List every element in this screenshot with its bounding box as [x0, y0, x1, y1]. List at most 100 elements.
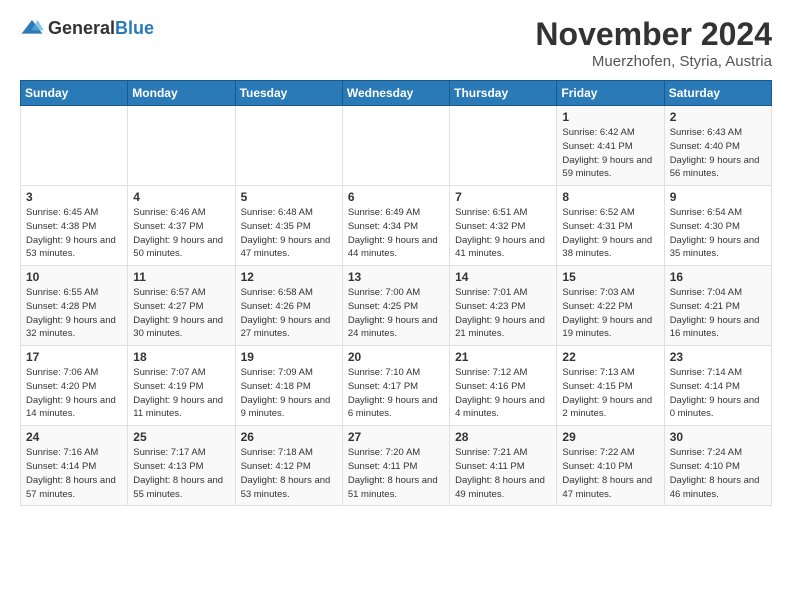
col-saturday: Saturday — [664, 81, 771, 106]
table-row: 9Sunrise: 6:54 AM Sunset: 4:30 PM Daylig… — [664, 186, 771, 266]
calendar-week-row: 24Sunrise: 7:16 AM Sunset: 4:14 PM Dayli… — [21, 426, 772, 506]
table-row: 15Sunrise: 7:03 AM Sunset: 4:22 PM Dayli… — [557, 266, 664, 346]
col-wednesday: Wednesday — [342, 81, 449, 106]
day-number: 15 — [562, 270, 658, 284]
table-row: 8 Sunrise: 6:52 AM Sunset: 4:31 PM Daylig… — [557, 186, 664, 266]
day-number: 1 — [562, 110, 658, 124]
day-number: 8 — [562, 190, 658, 204]
table-row: 3 Sunrise: 6:45 AM Sunset: 4:38 PM Daylig… — [21, 186, 128, 266]
month-title: November 2024 — [535, 16, 772, 53]
table-row: 10 Sunrise: 6:55 AM Sunset: 4:28 PM Dayli… — [21, 266, 128, 346]
day-detail: Sunrise: 7:00 AM Sunset: 4:25 PM Dayligh… — [348, 286, 444, 341]
table-row: 4 Sunrise: 6:46 AM Sunset: 4:37 PM Daylig… — [128, 186, 235, 266]
table-row: 13 Sunrise: 7:00 AM Sunset: 4:25 PM Dayli… — [342, 266, 449, 346]
day-number: 20 — [348, 350, 444, 364]
day-number: 5 — [241, 190, 337, 204]
table-row: 17 Sunrise: 7:06 AM Sunset: 4:20 PM Dayli… — [21, 346, 128, 426]
table-row — [128, 106, 235, 186]
table-row — [450, 106, 557, 186]
day-detail: Sunrise: 7:10 AM Sunset: 4:17 PM Dayligh… — [348, 366, 444, 421]
day-number: 21 — [455, 350, 551, 364]
table-row: 24Sunrise: 7:16 AM Sunset: 4:14 PM Dayli… — [21, 426, 128, 506]
col-sunday: Sunday — [21, 81, 128, 106]
day-number: 2 — [670, 110, 766, 124]
day-number: 18 — [133, 350, 229, 364]
day-number: 10 — [26, 270, 122, 284]
table-row: 14Sunrise: 7:01 AM Sunset: 4:23 PM Dayli… — [450, 266, 557, 346]
day-detail: Sunrise: 7:20 AM Sunset: 4:11 PM Dayligh… — [348, 446, 444, 501]
day-detail: Sunrise: 7:04 AM Sunset: 4:21 PM Dayligh… — [670, 286, 766, 341]
logo-text: GeneralBlue — [48, 18, 154, 39]
day-number: 6 — [348, 190, 444, 204]
day-number: 29 — [562, 430, 658, 444]
col-tuesday: Tuesday — [235, 81, 342, 106]
table-row: 16 Sunrise: 7:04 AM Sunset: 4:21 PM Dayli… — [664, 266, 771, 346]
table-row: 2 Sunrise: 6:43 AM Sunset: 4:40 PM Daylig… — [664, 106, 771, 186]
table-row: 20 Sunrise: 7:10 AM Sunset: 4:17 PM Dayli… — [342, 346, 449, 426]
calendar-week-row: 1 Sunrise: 6:42 AM Sunset: 4:41 PM Daylig… — [21, 106, 772, 186]
table-row: 18 Sunrise: 7:07 AM Sunset: 4:19 PM Dayli… — [128, 346, 235, 426]
day-detail: Sunrise: 6:42 AM Sunset: 4:41 PM Dayligh… — [562, 126, 658, 181]
day-detail: Sunrise: 6:54 AM Sunset: 4:30 PM Dayligh… — [670, 206, 766, 261]
day-number: 26 — [241, 430, 337, 444]
day-detail: Sunrise: 7:22 AM Sunset: 4:10 PM Dayligh… — [562, 446, 658, 501]
day-number: 12 — [241, 270, 337, 284]
day-detail: Sunrise: 7:07 AM Sunset: 4:19 PM Dayligh… — [133, 366, 229, 421]
day-detail: Sunrise: 7:12 AM Sunset: 4:16 PM Dayligh… — [455, 366, 551, 421]
table-row: 29 Sunrise: 7:22 AM Sunset: 4:10 PM Dayli… — [557, 426, 664, 506]
table-row: 11 Sunrise: 6:57 AM Sunset: 4:27 PM Dayli… — [128, 266, 235, 346]
day-detail: Sunrise: 6:43 AM Sunset: 4:40 PM Dayligh… — [670, 126, 766, 181]
day-number: 11 — [133, 270, 229, 284]
day-number: 3 — [26, 190, 122, 204]
day-number: 16 — [670, 270, 766, 284]
calendar-week-row: 17 Sunrise: 7:06 AM Sunset: 4:20 PM Dayli… — [21, 346, 772, 426]
day-number: 4 — [133, 190, 229, 204]
day-detail: Sunrise: 6:45 AM Sunset: 4:38 PM Dayligh… — [26, 206, 122, 261]
day-detail: Sunrise: 6:58 AM Sunset: 4:26 PM Dayligh… — [241, 286, 337, 341]
day-detail: Sunrise: 7:13 AM Sunset: 4:15 PM Dayligh… — [562, 366, 658, 421]
table-row — [342, 106, 449, 186]
table-row: 22 Sunrise: 7:13 AM Sunset: 4:15 PM Dayli… — [557, 346, 664, 426]
table-row — [235, 106, 342, 186]
table-row: 26 Sunrise: 7:18 AM Sunset: 4:12 PM Dayli… — [235, 426, 342, 506]
day-number: 30 — [670, 430, 766, 444]
location-title: Muerzhofen, Styria, Austria — [535, 53, 772, 70]
table-row: 30Sunrise: 7:24 AM Sunset: 4:10 PM Dayli… — [664, 426, 771, 506]
table-row: 28Sunrise: 7:21 AM Sunset: 4:11 PM Dayli… — [450, 426, 557, 506]
day-detail: Sunrise: 7:09 AM Sunset: 4:18 PM Dayligh… — [241, 366, 337, 421]
day-number: 28 — [455, 430, 551, 444]
title-block: November 2024 Muerzhofen, Styria, Austri… — [535, 16, 772, 70]
day-detail: Sunrise: 6:55 AM Sunset: 4:28 PM Dayligh… — [26, 286, 122, 341]
day-number: 22 — [562, 350, 658, 364]
table-row: 23 Sunrise: 7:14 AM Sunset: 4:14 PM Dayli… — [664, 346, 771, 426]
day-detail: Sunrise: 7:06 AM Sunset: 4:20 PM Dayligh… — [26, 366, 122, 421]
day-detail: Sunrise: 6:48 AM Sunset: 4:35 PM Dayligh… — [241, 206, 337, 261]
day-number: 19 — [241, 350, 337, 364]
day-detail: Sunrise: 6:49 AM Sunset: 4:34 PM Dayligh… — [348, 206, 444, 261]
calendar-week-row: 10 Sunrise: 6:55 AM Sunset: 4:28 PM Dayli… — [21, 266, 772, 346]
table-row: 5 Sunrise: 6:48 AM Sunset: 4:35 PM Daylig… — [235, 186, 342, 266]
table-row: 25Sunrise: 7:17 AM Sunset: 4:13 PM Dayli… — [128, 426, 235, 506]
day-detail: Sunrise: 6:46 AM Sunset: 4:37 PM Dayligh… — [133, 206, 229, 261]
day-detail: Sunrise: 7:01 AM Sunset: 4:23 PM Dayligh… — [455, 286, 551, 341]
logo-general: General — [48, 18, 115, 38]
day-number: 13 — [348, 270, 444, 284]
table-row: 27 Sunrise: 7:20 AM Sunset: 4:11 PM Dayli… — [342, 426, 449, 506]
day-detail: Sunrise: 6:57 AM Sunset: 4:27 PM Dayligh… — [133, 286, 229, 341]
day-detail: Sunrise: 7:14 AM Sunset: 4:14 PM Dayligh… — [670, 366, 766, 421]
calendar-week-row: 3 Sunrise: 6:45 AM Sunset: 4:38 PM Daylig… — [21, 186, 772, 266]
table-row: 7Sunrise: 6:51 AM Sunset: 4:32 PM Daylig… — [450, 186, 557, 266]
table-row: 6 Sunrise: 6:49 AM Sunset: 4:34 PM Daylig… — [342, 186, 449, 266]
main-container: GeneralBlue November 2024 Muerzhofen, St… — [0, 0, 792, 516]
calendar-header-row: Sunday Monday Tuesday Wednesday Thursday… — [21, 81, 772, 106]
day-detail: Sunrise: 7:18 AM Sunset: 4:12 PM Dayligh… — [241, 446, 337, 501]
day-number: 24 — [26, 430, 122, 444]
day-number: 27 — [348, 430, 444, 444]
table-row: 1 Sunrise: 6:42 AM Sunset: 4:41 PM Daylig… — [557, 106, 664, 186]
day-number: 23 — [670, 350, 766, 364]
day-detail: Sunrise: 6:52 AM Sunset: 4:31 PM Dayligh… — [562, 206, 658, 261]
day-number: 17 — [26, 350, 122, 364]
logo-blue: Blue — [115, 18, 154, 38]
table-row: 12 Sunrise: 6:58 AM Sunset: 4:26 PM Dayli… — [235, 266, 342, 346]
col-thursday: Thursday — [450, 81, 557, 106]
